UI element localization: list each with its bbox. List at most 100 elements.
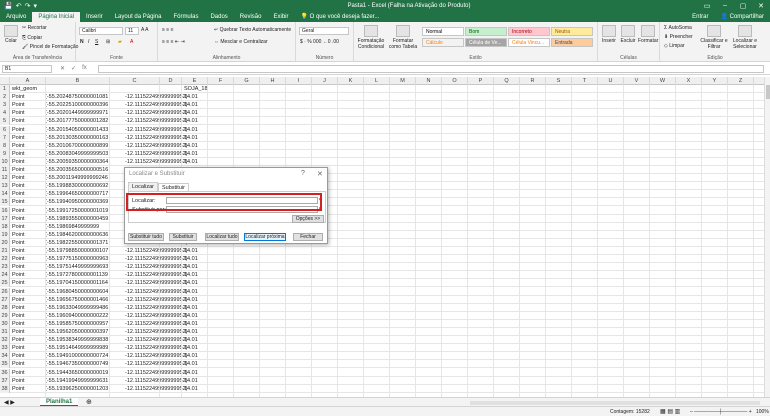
- wrap-text-button[interactable]: ↵ Quebrar Texto Automaticamente: [214, 27, 291, 33]
- cell[interactable]: 14.01: [183, 288, 198, 296]
- cell[interactable]: 14.01: [183, 263, 198, 271]
- name-box[interactable]: B1: [2, 65, 52, 73]
- share-button[interactable]: 👤 Compartilhar: [715, 12, 770, 22]
- cell[interactable]: Point: [11, 223, 25, 231]
- cell-style-option[interactable]: Incorreto: [508, 27, 550, 36]
- cell[interactable]: -12.11152249999999952): [124, 109, 188, 117]
- cell[interactable]: -12.11152249999999952): [124, 369, 188, 377]
- cell[interactable]: 14.01: [183, 126, 198, 134]
- cell[interactable]: (-55.19940950000000369: [44, 198, 108, 206]
- cancel-icon[interactable]: ✕: [60, 65, 65, 72]
- undo-icon[interactable]: ↶: [16, 2, 22, 10]
- cell[interactable]: Point: [11, 385, 25, 393]
- cell[interactable]: [160, 377, 161, 385]
- cell[interactable]: Point: [11, 117, 25, 125]
- cell[interactable]: Point: [11, 312, 25, 320]
- row-header[interactable]: 24: [0, 271, 10, 280]
- worksheet-grid[interactable]: ABCDEFGHIJKLMNOPQRSTUVWXYZ 1 wkt_geom SOJA…: [0, 77, 770, 397]
- cell[interactable]: wkt_geom: [11, 85, 37, 93]
- tab-formulas[interactable]: Fórmulas: [167, 12, 204, 22]
- cell[interactable]: (-55.19419949999999631: [44, 377, 108, 385]
- cell-style-option[interactable]: Bom: [465, 27, 507, 36]
- cell[interactable]: [160, 271, 161, 279]
- sheet-nav-icon[interactable]: ◀ ▶: [4, 399, 15, 406]
- row-header[interactable]: 11: [0, 166, 10, 174]
- cell[interactable]: Point: [11, 231, 25, 239]
- cell[interactable]: [160, 320, 161, 328]
- copy-button[interactable]: ⎘ Copiar: [22, 35, 42, 41]
- column-header-a[interactable]: A: [10, 77, 46, 85]
- font-size-select[interactable]: 11: [125, 27, 139, 35]
- cell[interactable]: (-55.19964650000000717: [44, 190, 108, 198]
- row-header[interactable]: 29: [0, 311, 10, 320]
- column-header-p[interactable]: P: [468, 77, 494, 85]
- cell[interactable]: -12.11152249999999952): [124, 255, 188, 263]
- cell[interactable]: 14.01: [183, 352, 198, 360]
- cell[interactable]: (-55.19396250000001203: [44, 385, 108, 393]
- row-header[interactable]: 37: [0, 376, 10, 385]
- vertical-scrollbar[interactable]: [764, 77, 770, 397]
- insert-cells-button[interactable]: Inserir: [600, 25, 618, 44]
- row-header[interactable]: 32: [0, 336, 10, 345]
- number-format-select[interactable]: Geral: [299, 27, 349, 35]
- column-header-w[interactable]: W: [650, 77, 676, 85]
- row-header[interactable]: 33: [0, 344, 10, 353]
- cell[interactable]: -12.11152249999999952): [124, 304, 188, 312]
- cell[interactable]: Point: [11, 352, 25, 360]
- column-header-v[interactable]: V: [624, 77, 650, 85]
- cell[interactable]: [160, 101, 161, 109]
- italic-icon[interactable]: I: [88, 39, 89, 45]
- row-header[interactable]: 34: [0, 352, 10, 361]
- cell[interactable]: [160, 263, 161, 271]
- format-painter-button[interactable]: 🖌 Pincel de Formatação: [22, 44, 78, 50]
- cell[interactable]: Point: [11, 344, 25, 352]
- cell[interactable]: Point: [11, 215, 25, 223]
- tab-page-layout[interactable]: Layout da Página: [109, 12, 168, 22]
- conditional-formatting-button[interactable]: Formatação Condicional: [356, 25, 386, 50]
- tab-find[interactable]: Localizar: [128, 182, 159, 191]
- row-header[interactable]: 25: [0, 279, 10, 288]
- column-header-n[interactable]: N: [416, 77, 442, 85]
- cell[interactable]: 14.01: [183, 117, 198, 125]
- cell[interactable]: [160, 369, 161, 377]
- cell[interactable]: 14.01: [183, 320, 198, 328]
- save-icon[interactable]: 💾: [4, 2, 13, 10]
- cell[interactable]: (-55.20177750000001282: [44, 117, 108, 125]
- cut-button[interactable]: ✂ Recortar: [22, 25, 47, 31]
- cell[interactable]: (-55.19917250000001019: [44, 207, 108, 215]
- cell[interactable]: [160, 255, 161, 263]
- cell[interactable]: (-55.20035650000000516: [44, 166, 108, 174]
- row-header[interactable]: 23: [0, 263, 10, 272]
- cell[interactable]: [160, 304, 161, 312]
- zoom-level[interactable]: 100%: [756, 407, 769, 416]
- cell[interactable]: -12.11152249999999952): [124, 263, 188, 271]
- cell[interactable]: (-55.20011949999999246: [44, 174, 108, 182]
- tab-file[interactable]: Arquivo: [0, 12, 32, 22]
- cell[interactable]: 14.01: [183, 369, 198, 377]
- cell[interactable]: (-55.19704150000001164: [44, 279, 108, 287]
- sign-in-link[interactable]: Entrar: [686, 12, 714, 22]
- delete-cells-button[interactable]: Excluir: [619, 25, 637, 44]
- cell[interactable]: SOJA_18: [183, 85, 208, 93]
- bold-icon[interactable]: N: [80, 39, 84, 45]
- scroll-thumb[interactable]: [766, 85, 770, 99]
- cell[interactable]: (-55.19467350000000749: [44, 360, 108, 368]
- tell-me-search[interactable]: 💡 O que você deseja fazer...: [295, 12, 386, 22]
- cell[interactable]: 14.01: [183, 255, 198, 263]
- cell[interactable]: (-55.20154050000001433: [44, 126, 108, 134]
- cell[interactable]: [160, 344, 161, 352]
- cell[interactable]: -12.11152249999999952): [124, 377, 188, 385]
- cell[interactable]: -12.11152249999999952): [124, 288, 188, 296]
- cell[interactable]: Point: [11, 207, 25, 215]
- row-header[interactable]: 36: [0, 368, 10, 377]
- cell[interactable]: (-55.19491000000000724: [44, 352, 108, 360]
- cell[interactable]: (-55.19633049999999486: [44, 304, 108, 312]
- cell[interactable]: 14.01: [183, 279, 198, 287]
- cell[interactable]: Point: [11, 288, 25, 296]
- column-header-g[interactable]: G: [234, 77, 260, 85]
- cell[interactable]: (-55.20130350000000163: [44, 134, 108, 142]
- column-header-d[interactable]: D: [160, 77, 182, 85]
- cell[interactable]: Point: [11, 126, 25, 134]
- cell[interactable]: [160, 142, 161, 150]
- align-left-icon[interactable]: ≡ ≡ ≡ ⇤ ⇥: [162, 39, 185, 45]
